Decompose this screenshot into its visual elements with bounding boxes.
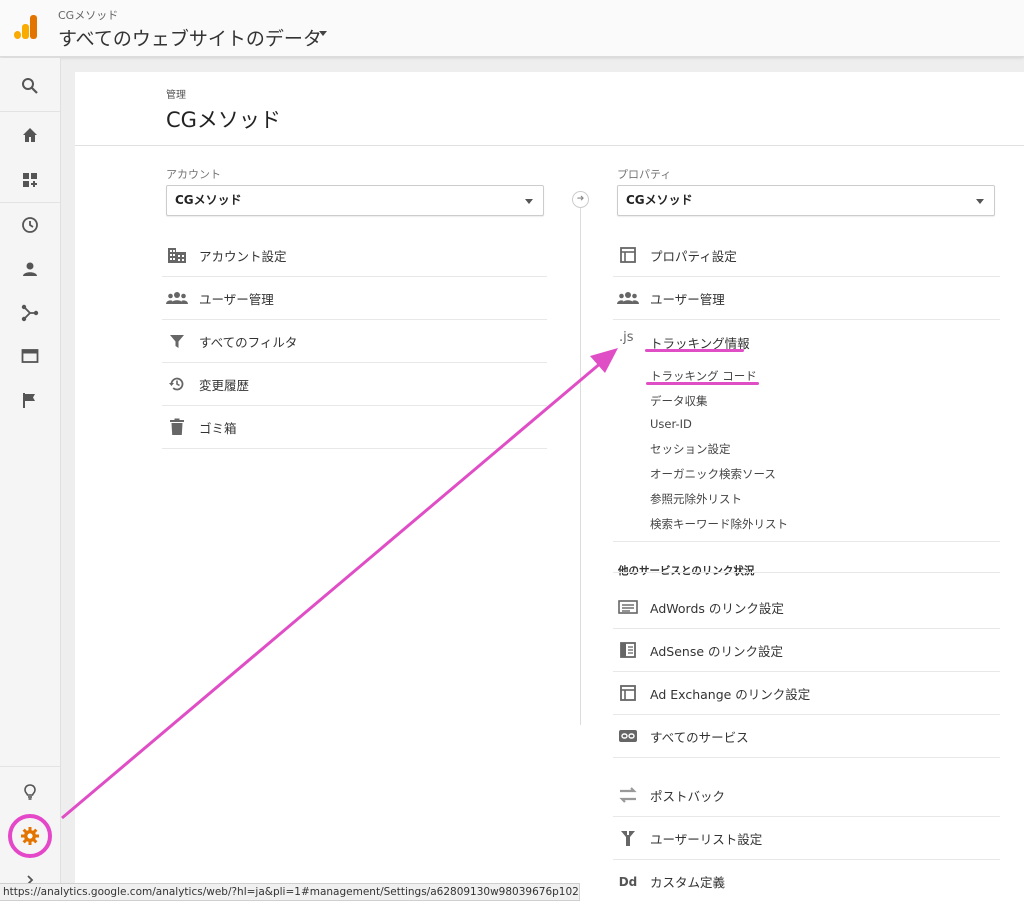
custom-definitions-row[interactable]: Dd カスタム定義 (613, 860, 1000, 901)
account-select[interactable]: CGメソッド (166, 185, 544, 216)
adwords-icon (617, 596, 639, 618)
change-history-row[interactable]: 変更履歴 (162, 363, 547, 406)
postback-icon (617, 784, 639, 806)
dashboard-icon[interactable] (18, 168, 42, 192)
status-bar-url: https://analytics.google.com/analytics/w… (0, 883, 580, 901)
link-icon (617, 725, 639, 747)
acquisition-icon[interactable] (18, 301, 42, 325)
property-user-mgmt-row[interactable]: ユーザー管理 (613, 277, 1000, 320)
data-collection-link[interactable]: データ収集 (650, 393, 708, 409)
group-icon (617, 287, 639, 309)
search-term-exclusion-link[interactable]: 検索キーワード除外リスト (650, 516, 788, 532)
filter-icon (166, 330, 188, 352)
account-settings-row[interactable]: アカウント設定 (162, 234, 547, 277)
person-icon[interactable] (18, 257, 42, 281)
caret-down-icon (976, 199, 984, 204)
highlight-underline (645, 349, 744, 352)
links-section-heading: 他のサービスとのリンク状況 (618, 565, 755, 577)
adsense-link-row[interactable]: AdSense のリンク設定 (613, 629, 1000, 672)
account-label: アカウント (166, 168, 221, 181)
admin-panel: 管理 CGメソッド アカウント CGメソッド アカウント設定 ユーザー管理 すべ… (75, 72, 1024, 901)
caret-down-icon (525, 199, 533, 204)
dd-icon: Dd (618, 874, 638, 889)
adsense-icon (617, 639, 639, 661)
audience-icon (617, 827, 639, 849)
left-nav (0, 58, 61, 901)
search-icon[interactable] (18, 74, 42, 98)
adwords-link-row[interactable]: AdWords のリンク設定 (613, 586, 1000, 629)
behavior-icon[interactable] (18, 344, 42, 368)
account-user-mgmt-row[interactable]: ユーザー管理 (162, 277, 547, 320)
organic-search-sources-link[interactable]: オーガニック検索ソース (650, 466, 776, 482)
arrow-right-icon: ➜ (572, 191, 589, 208)
caret-down-icon[interactable] (319, 31, 327, 36)
analytics-logo-icon[interactable] (14, 15, 38, 39)
session-settings-link[interactable]: セッション設定 (650, 441, 731, 457)
property-settings-row[interactable]: プロパティ設定 (613, 234, 1000, 277)
page-title: CGメソッド (166, 108, 281, 132)
breadcrumb: 管理 (166, 90, 186, 101)
property-label: プロパティ (617, 168, 672, 181)
adexchange-icon (617, 682, 639, 704)
property-select[interactable]: CGメソッド (617, 185, 995, 216)
all-products-row[interactable]: すべてのサービス (613, 715, 1000, 758)
flag-icon[interactable] (18, 388, 42, 412)
adexchange-link-row[interactable]: Ad Exchange のリンク設定 (613, 672, 1000, 715)
all-filters-row[interactable]: すべてのフィルタ (162, 320, 547, 363)
highlight-underline (646, 382, 759, 385)
gear-highlight-circle (8, 814, 52, 858)
building-icon (166, 244, 188, 266)
header: CGメソッド すべてのウェブサイトのデータ (0, 0, 1024, 57)
user-id-link[interactable]: User-ID (650, 417, 692, 431)
postback-row[interactable]: ポストバック (613, 774, 1000, 817)
home-icon[interactable] (18, 123, 42, 147)
trash-icon (166, 416, 188, 438)
window-icon (617, 244, 639, 266)
audience-definitions-row[interactable]: ユーザーリスト設定 (613, 817, 1000, 860)
js-icon: .js (619, 330, 634, 345)
group-icon (166, 287, 188, 309)
history-icon (166, 373, 188, 395)
clock-icon[interactable] (18, 213, 42, 237)
trash-row[interactable]: ゴミ箱 (162, 406, 547, 449)
account-name: CGメソッド (58, 9, 119, 22)
referral-exclusion-link[interactable]: 参照元除外リスト (650, 491, 742, 507)
lightbulb-icon[interactable] (18, 780, 42, 804)
view-selector[interactable]: すべてのウェブサイトのデータ (58, 24, 322, 51)
